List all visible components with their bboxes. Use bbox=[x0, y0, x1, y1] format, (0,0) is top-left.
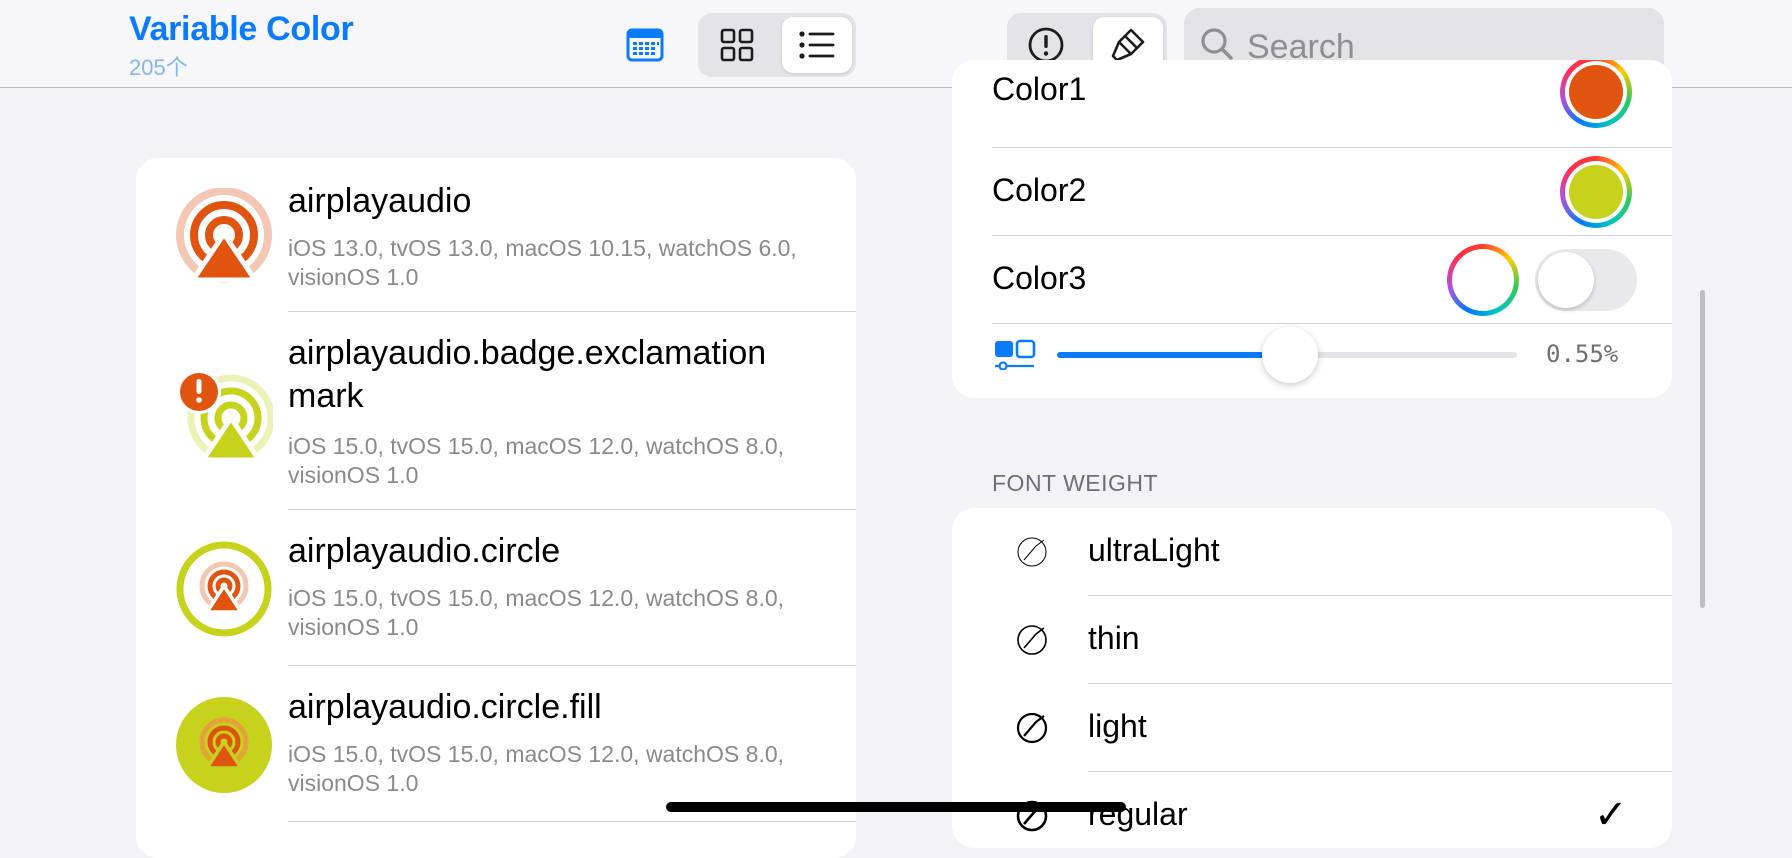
grid-view-button[interactable] bbox=[702, 17, 772, 73]
checkmark-icon: ✓ bbox=[1594, 793, 1628, 837]
color3-toggle[interactable] bbox=[1535, 249, 1637, 311]
color-row-1: Color1 bbox=[992, 60, 1672, 148]
color-row-3: Color3 bbox=[992, 236, 1672, 324]
symbol-availability: iOS 15.0, tvOS 15.0, macOS 12.0, watchOS… bbox=[288, 585, 785, 640]
symbol-availability: iOS 15.0, tvOS 15.0, macOS 12.0, watchOS… bbox=[288, 741, 785, 796]
color2-label: Color2 bbox=[992, 172, 1087, 208]
variable-value-slider[interactable] bbox=[1057, 327, 1517, 383]
weight-label: thin bbox=[1088, 620, 1140, 656]
color3-swatch[interactable] bbox=[1447, 244, 1519, 316]
list-item[interactable]: airplayaudio.badge.exclamation mark iOS … bbox=[136, 312, 856, 510]
symbol-name: airplayaudio.circle bbox=[288, 532, 561, 570]
font-weight-header: FONT WEIGHT bbox=[992, 470, 1159, 496]
symbol-name: airplayaudio.badge.exclamation mark bbox=[288, 334, 767, 415]
exclamation-icon bbox=[1028, 27, 1064, 63]
color-row-2: Color2 bbox=[992, 148, 1672, 236]
symbol-name: airplayaudio bbox=[288, 182, 472, 220]
airplayaudio-circle-fill-icon bbox=[176, 697, 272, 793]
color1-swatch[interactable] bbox=[1560, 60, 1632, 128]
variable-value-icon bbox=[995, 339, 1036, 370]
airplayaudio-badge-exclamationmark-icon bbox=[177, 370, 273, 463]
weight-icon bbox=[1017, 537, 1047, 567]
symbol-availability: iOS 13.0, tvOS 13.0, macOS 10.15, watchO… bbox=[288, 235, 797, 290]
grid-icon bbox=[720, 28, 754, 62]
list-item[interactable]: airplayaudio.circle.fill iOS 15.0, tvOS … bbox=[136, 666, 856, 822]
airplayaudio-icon bbox=[176, 188, 272, 283]
symbol-name: airplayaudio.circle.fill bbox=[288, 688, 602, 726]
color2-swatch[interactable] bbox=[1560, 156, 1632, 228]
calendar-button[interactable] bbox=[624, 24, 666, 66]
airplayaudio-circle-icon bbox=[176, 541, 272, 637]
page-title: Variable Color bbox=[129, 10, 354, 48]
row-divider bbox=[992, 323, 1672, 324]
weight-option-light[interactable]: light bbox=[952, 684, 1672, 772]
weight-option-ultralight[interactable]: ultraLight bbox=[952, 508, 1672, 596]
toggle-knob bbox=[1538, 252, 1594, 308]
slider-thumb[interactable] bbox=[1262, 327, 1318, 383]
weight-label: light bbox=[1088, 708, 1147, 744]
paintbrush-icon bbox=[1111, 28, 1145, 62]
weight-option-thin[interactable]: thin bbox=[952, 596, 1672, 684]
symbol-count: 205个 bbox=[129, 55, 188, 80]
weight-icon bbox=[1016, 712, 1048, 744]
scrollbar[interactable] bbox=[1700, 290, 1705, 608]
list-item[interactable]: airplayaudio.circle iOS 15.0, tvOS 15.0,… bbox=[136, 510, 856, 666]
list-view-button[interactable] bbox=[782, 17, 852, 73]
calendar-icon bbox=[626, 28, 664, 62]
view-mode-segmented-control bbox=[698, 13, 856, 77]
slider-fill bbox=[1057, 352, 1290, 358]
search-icon bbox=[1201, 28, 1233, 60]
symbol-list: airplayaudio iOS 13.0, tvOS 13.0, macOS … bbox=[136, 158, 856, 858]
list-item[interactable]: airplayaudio iOS 13.0, tvOS 13.0, macOS … bbox=[136, 158, 856, 312]
weight-label: ultraLight bbox=[1088, 532, 1220, 568]
row-divider bbox=[288, 821, 856, 822]
weight-icon bbox=[1017, 625, 1047, 655]
home-indicator bbox=[666, 802, 1126, 812]
color3-label: Color3 bbox=[992, 260, 1087, 296]
variable-value-label: 0.55% bbox=[1546, 340, 1619, 368]
font-weight-card: ultraLight thin light regular ✓ bbox=[952, 508, 1672, 848]
symbol-availability: iOS 15.0, tvOS 15.0, macOS 12.0, watchOS… bbox=[288, 433, 785, 488]
color1-label: Color1 bbox=[992, 71, 1087, 107]
list-icon bbox=[799, 31, 835, 59]
